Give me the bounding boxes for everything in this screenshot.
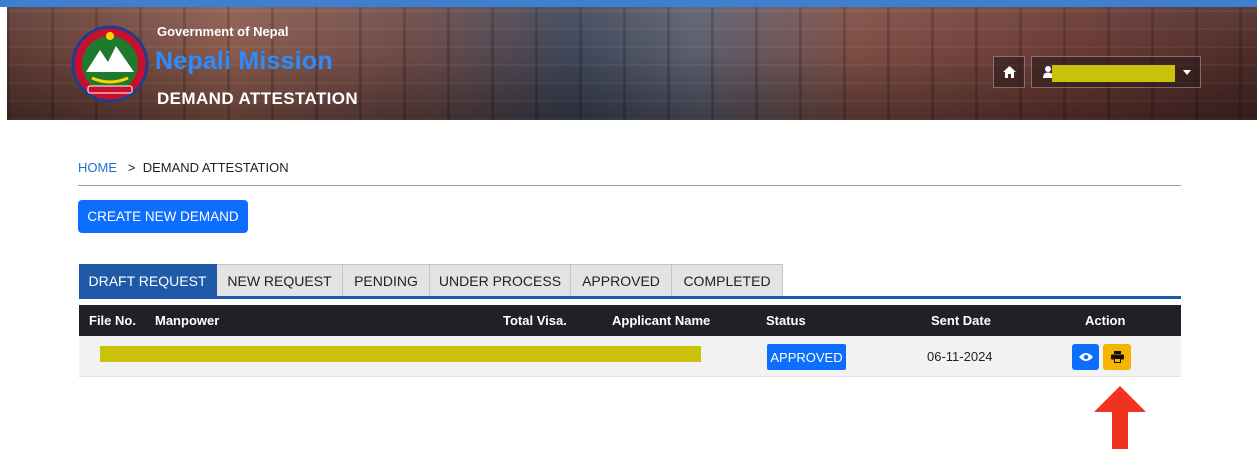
- emblem-icon: [71, 25, 149, 103]
- eye-icon: [1078, 353, 1093, 361]
- top-accent-bar: [0, 0, 1257, 7]
- redacted-row-details: [100, 346, 701, 362]
- print-icon: [1110, 351, 1124, 363]
- tab-pending[interactable]: PENDING: [343, 264, 430, 298]
- column-header-applicant-name: Applicant Name: [612, 313, 711, 328]
- redacted-username: [1052, 65, 1175, 82]
- sent-date: 06-11-2024: [927, 349, 993, 364]
- home-icon: [1002, 66, 1016, 78]
- breadcrumb-home-link[interactable]: HOME: [78, 160, 117, 175]
- tab-new-request[interactable]: NEW REQUEST: [217, 264, 343, 298]
- tab-completed[interactable]: COMPLETED: [672, 264, 783, 298]
- breadcrumb-separator: >: [127, 160, 136, 175]
- site-header: Government of Nepal Nepali Mission DEMAN…: [7, 7, 1257, 120]
- annotation-arrow: [1094, 386, 1146, 449]
- column-header-status: Status: [766, 313, 806, 328]
- home-button[interactable]: [993, 56, 1025, 88]
- column-header-file-no: File No.: [89, 313, 136, 328]
- tab-under-process[interactable]: UNDER PROCESS: [430, 264, 571, 298]
- mission-title: Nepali Mission: [155, 47, 333, 75]
- tabs-underline: [79, 296, 1181, 299]
- breadcrumb-current: DEMAND ATTESTATION: [142, 160, 289, 175]
- print-button[interactable]: [1103, 344, 1131, 370]
- tab-draft-request[interactable]: DRAFT REQUEST: [79, 264, 217, 298]
- caret-down-icon: [1183, 70, 1191, 75]
- user-menu-button[interactable]: [1031, 56, 1201, 88]
- column-header-sent-date: Sent Date: [931, 313, 991, 328]
- breadcrumb: HOME > DEMAND ATTESTATION: [78, 160, 289, 175]
- table-header: File No. Manpower Total Visa. Applicant …: [79, 305, 1181, 336]
- view-button[interactable]: [1072, 344, 1099, 370]
- tab-approved[interactable]: APPROVED: [571, 264, 672, 298]
- column-header-action: Action: [1085, 313, 1126, 328]
- create-new-demand-button[interactable]: CREATE NEW DEMAND: [78, 200, 248, 233]
- table-row: APPROVED 06-11-2024: [79, 336, 1181, 377]
- status-badge: APPROVED: [767, 344, 846, 370]
- module-title: DEMAND ATTESTATION: [157, 89, 359, 108]
- request-tabs: DRAFT REQUEST NEW REQUEST PENDING UNDER …: [79, 264, 783, 298]
- column-header-total-visa: Total Visa.: [503, 313, 567, 328]
- breadcrumb-divider: [78, 185, 1181, 186]
- column-header-manpower: Manpower: [155, 313, 220, 328]
- government-label: Government of Nepal: [157, 24, 289, 39]
